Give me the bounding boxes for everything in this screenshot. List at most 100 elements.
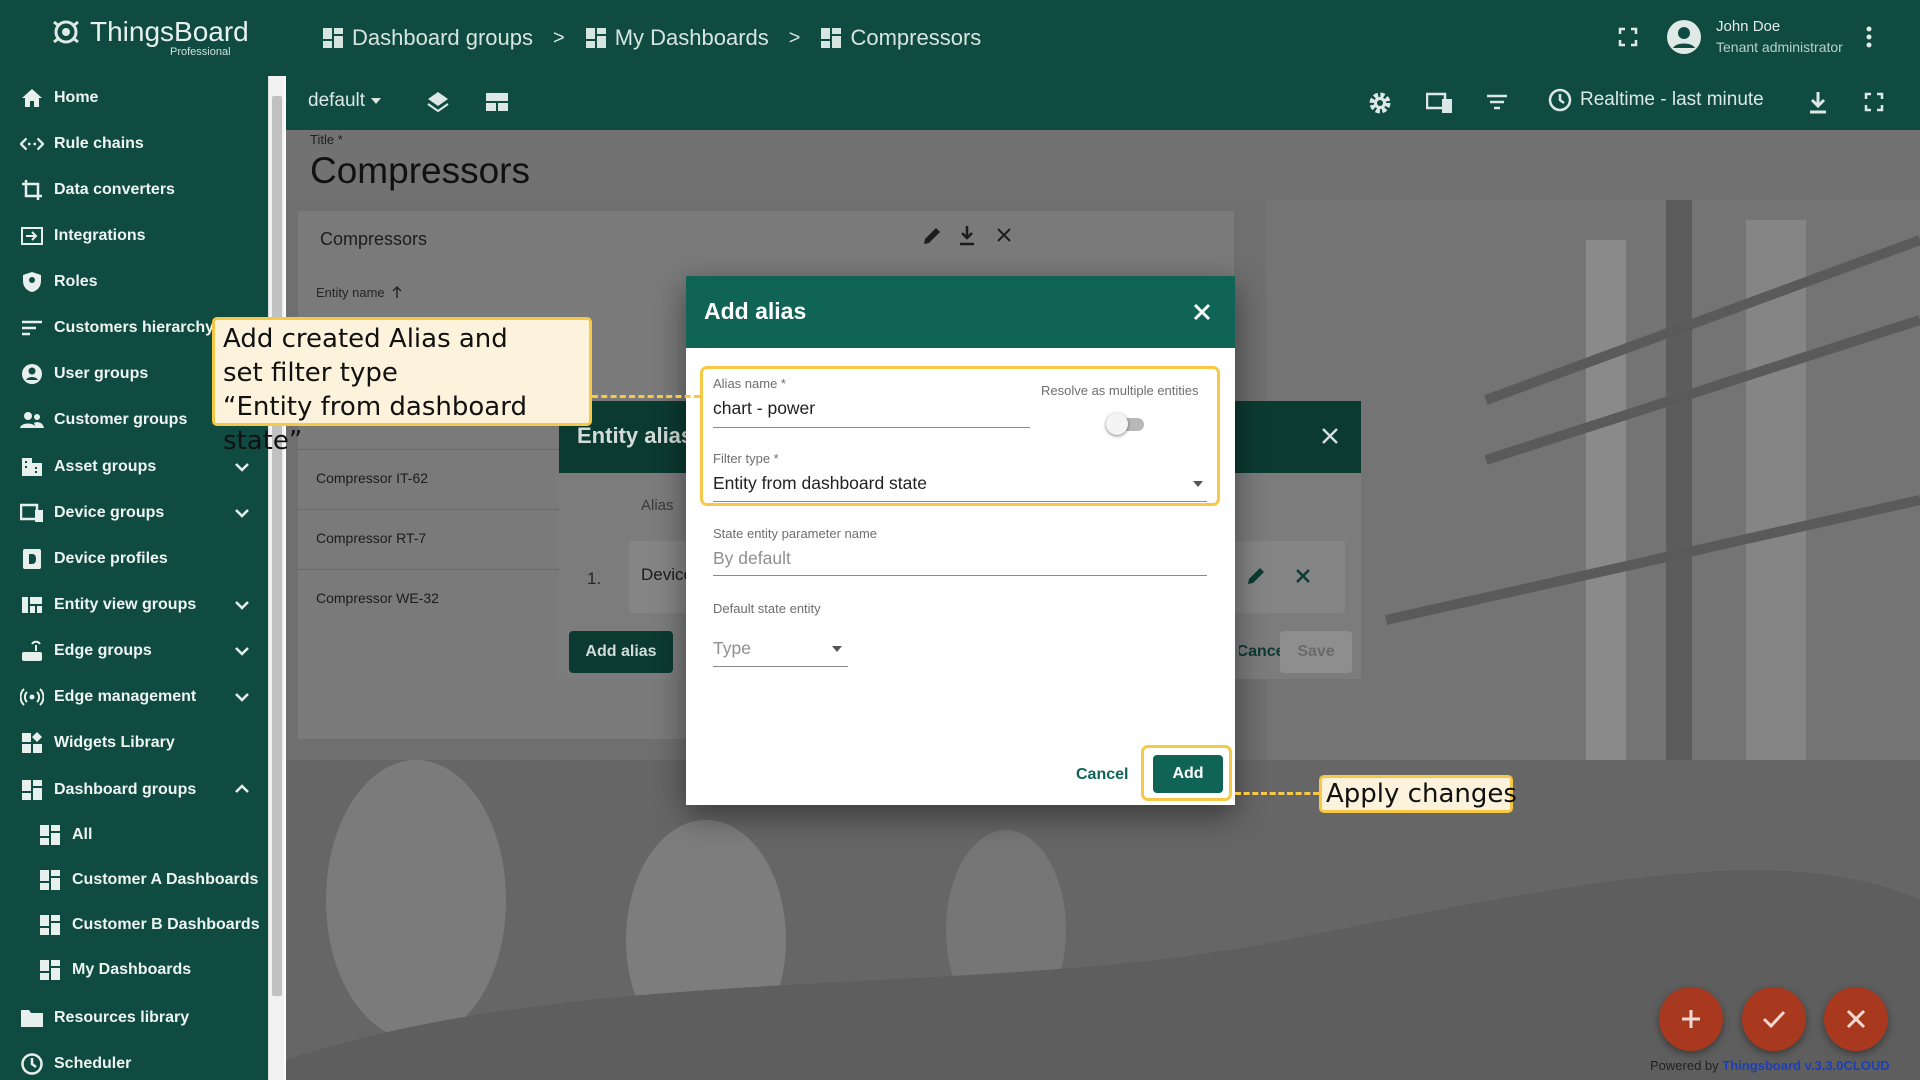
fullscreen-icon[interactable]: [1864, 92, 1884, 112]
download-icon[interactable]: [958, 225, 976, 247]
download-icon[interactable]: [1808, 91, 1828, 115]
dashboard-icon: [38, 958, 62, 982]
sidebar-item-edge-management[interactable]: Edge management: [0, 675, 268, 719]
add-alias-button[interactable]: Add alias: [569, 631, 673, 673]
alias-name-input[interactable]: chart - power: [713, 398, 815, 419]
alias-name-label: Alias name *: [713, 376, 786, 391]
dashboard-icon: [38, 913, 62, 937]
sidebar-item-roles[interactable]: Roles: [0, 260, 268, 304]
sort-lines-icon: [20, 316, 44, 340]
close-icon[interactable]: [1193, 303, 1211, 321]
sidebar-item-scheduler[interactable]: Scheduler: [0, 1042, 268, 1080]
sidebar-item-label: Device profiles: [54, 550, 168, 567]
more-vert-icon[interactable]: [1865, 25, 1873, 49]
sidebar-item-widgets-library[interactable]: Widgets Library: [0, 721, 268, 765]
powered-link[interactable]: Thingsboard v.3.3.0CLOUD: [1722, 1058, 1889, 1073]
app-logo[interactable]: ThingsBoard Professional: [48, 14, 278, 60]
sidebar-item-label: My Dashboards: [72, 961, 192, 978]
close-icon[interactable]: [1295, 568, 1311, 584]
folder-icon: [20, 1006, 44, 1030]
sidebar-item-label: Integrations: [54, 227, 146, 244]
fullscreen-icon[interactable]: [1618, 27, 1638, 47]
callout-apply-changes: Apply changes: [1319, 775, 1517, 813]
filter-icon[interactable]: [1486, 94, 1508, 110]
add-widget-fab[interactable]: [1659, 987, 1723, 1051]
timewindow-label: Realtime - last minute: [1580, 89, 1764, 110]
entity-name-cell: Compressor WE-32: [316, 590, 439, 606]
sidebar-item-all[interactable]: All: [0, 813, 268, 857]
breadcrumb-compressors[interactable]: Compressors: [820, 25, 981, 51]
sidebar-item-label: User groups: [54, 365, 149, 382]
cancel-button[interactable]: Cancel: [1076, 766, 1128, 784]
sidebar-item-edge-groups[interactable]: Edge groups: [0, 629, 268, 673]
entity-aliases-icon[interactable]: [1426, 91, 1454, 115]
entity-type-select[interactable]: Type: [713, 636, 848, 666]
code-arrows-icon: [20, 132, 44, 156]
user-area: John Doe Tenant administrator: [1618, 12, 1873, 62]
clock-icon: [1548, 88, 1572, 112]
user-info[interactable]: John Doe Tenant administrator: [1716, 17, 1843, 57]
chevron-down-icon[interactable]: [234, 639, 250, 663]
sidebar-item-device-profiles[interactable]: Device profiles: [0, 537, 268, 581]
column-header-entity-name[interactable]: Entity name: [316, 285, 403, 300]
alias-row-card: Device: [629, 541, 693, 613]
sidebar-item-my-dashboards[interactable]: My Dashboards: [0, 948, 268, 992]
router-icon: [20, 639, 44, 663]
apply-fab[interactable]: [1742, 987, 1806, 1051]
sidebar-item-label: Entity view groups: [54, 596, 197, 613]
resolve-multiple-toggle[interactable]: [1106, 412, 1146, 436]
state-select[interactable]: default: [308, 90, 382, 112]
callout-line: Apply changes: [1326, 779, 1517, 809]
top-bar: ThingsBoard Professional Dashboard group…: [0, 0, 1920, 76]
sidebar-item-label: Customer B Dashboards: [72, 916, 260, 933]
chevron-up-icon[interactable]: [234, 778, 250, 802]
breadcrumb-separator: >: [553, 26, 565, 49]
avatar[interactable]: [1666, 19, 1702, 55]
device-profile-icon: [20, 547, 44, 571]
scrollbar-thumb[interactable]: [272, 96, 282, 996]
add-alias-dialog: Add alias Alias name * chart - power Res…: [686, 276, 1235, 805]
arrow-up-icon: [391, 285, 403, 300]
logo-edition: Professional: [170, 46, 231, 58]
sidebar-scrollbar[interactable]: [268, 76, 284, 1080]
sidebar-item-rule-chains[interactable]: Rule chains: [0, 122, 268, 166]
sidebar-item-device-groups[interactable]: Device groups: [0, 491, 268, 535]
column-header-label: Entity name: [316, 285, 385, 300]
sidebar-item-resources-library[interactable]: Resources library: [0, 996, 268, 1040]
dashboard-icon: [38, 868, 62, 892]
chevron-down-icon[interactable]: [234, 593, 250, 617]
breadcrumb-dashboard-groups[interactable]: Dashboard groups: [322, 25, 533, 51]
cancel-fab[interactable]: [1824, 987, 1888, 1051]
close-icon[interactable]: [1321, 427, 1339, 445]
close-icon[interactable]: [996, 227, 1012, 243]
add-alias-title: Add alias: [704, 298, 807, 324]
sidebar-item-customer-b-dashboards[interactable]: Customer B Dashboards: [0, 903, 268, 947]
state-param-input[interactable]: By default: [713, 548, 791, 569]
chevron-down-icon[interactable]: [234, 501, 250, 525]
sidebar-item-label: Dashboard groups: [54, 781, 197, 798]
sidebar-item-customer-a-dashboards[interactable]: Customer A Dashboards: [0, 858, 268, 902]
chevron-down-icon[interactable]: [234, 685, 250, 709]
settings-icon[interactable]: [1367, 90, 1393, 116]
sidebar-item-label: Edge management: [54, 688, 197, 705]
logo-name: ThingsBoard: [90, 16, 249, 47]
sidebar-item-integrations[interactable]: Integrations: [0, 214, 268, 258]
sidebar-item-label: Customer groups: [54, 411, 188, 428]
sidebar-item-entity-view-groups[interactable]: Entity view groups: [0, 583, 268, 627]
sidebar-item-data-converters[interactable]: Data converters: [0, 168, 268, 212]
filter-type-select[interactable]: Entity from dashboard state: [713, 469, 1207, 499]
sidebar-item-label: Rule chains: [54, 135, 144, 152]
dashboard-title[interactable]: Compressors: [310, 150, 530, 192]
edit-icon[interactable]: [921, 225, 943, 247]
edit-icon[interactable]: [1245, 565, 1267, 587]
layouts-icon[interactable]: [485, 92, 509, 112]
aliases-save-button[interactable]: Save: [1280, 631, 1352, 673]
wifi-tethering-icon: [20, 685, 44, 709]
breadcrumb-my-dashboards[interactable]: My Dashboards: [585, 25, 769, 51]
layers-icon[interactable]: [426, 90, 450, 114]
add-button[interactable]: Add: [1153, 755, 1223, 793]
sidebar-item-home[interactable]: Home: [0, 76, 268, 120]
chevron-down-icon[interactable]: [234, 455, 250, 479]
sidebar-item-dashboard-groups[interactable]: Dashboard groups: [0, 768, 268, 812]
timewindow-button[interactable]: Realtime - last minute: [1548, 88, 1764, 112]
